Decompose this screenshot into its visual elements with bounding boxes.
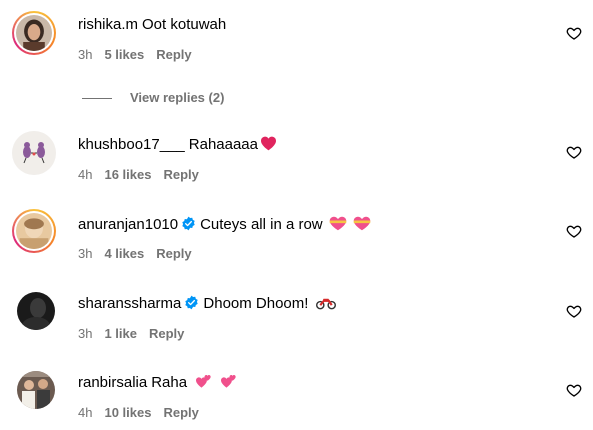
avatar-image bbox=[16, 213, 52, 249]
verified-badge-icon bbox=[185, 295, 199, 310]
comment-likes[interactable]: 4 likes bbox=[104, 246, 144, 261]
heart-with-ribbon-emoji bbox=[329, 216, 347, 237]
comment-text: Oot kotuwah bbox=[142, 16, 227, 33]
avatar-image bbox=[17, 292, 55, 330]
heart-outline-icon[interactable] bbox=[566, 223, 582, 239]
avatar[interactable] bbox=[12, 131, 56, 175]
reply-button[interactable]: Reply bbox=[163, 167, 198, 182]
comment-meta: 3h 5 likes Reply bbox=[78, 46, 192, 64]
divider-line bbox=[82, 98, 112, 100]
comment-username[interactable]: anuranjan1010 bbox=[78, 216, 178, 233]
comment-meta: 3h 1 like Reply bbox=[78, 325, 184, 343]
woman-portrait-avatar bbox=[16, 15, 52, 51]
avatar[interactable] bbox=[12, 11, 56, 55]
red-heart-emoji bbox=[260, 136, 277, 157]
comment-text: Cuteys all in a row bbox=[200, 216, 323, 233]
two-hearts-emoji bbox=[220, 374, 237, 395]
comment-line: ranbirsalia Raha bbox=[78, 373, 237, 395]
comment-meta: 4h 10 likes Reply bbox=[78, 404, 199, 422]
comments-list: rishika.m Oot kotuwah 3h 5 likes Reply View… bbox=[0, 0, 593, 430]
comment-likes[interactable]: 10 likes bbox=[104, 405, 151, 420]
comment-line: sharanssharma Dhoom Dhoom! bbox=[78, 294, 337, 316]
reply-button[interactable]: Reply bbox=[149, 326, 184, 341]
comment-likes[interactable]: 1 like bbox=[104, 326, 137, 341]
heart-with-ribbon-emoji bbox=[353, 216, 371, 237]
comment-time[interactable]: 3h bbox=[78, 246, 92, 261]
comment-time[interactable]: 4h bbox=[78, 405, 92, 420]
comment-username[interactable]: khushboo17___ bbox=[78, 136, 185, 153]
heart-outline-icon[interactable] bbox=[566, 25, 582, 41]
two-hearts-emoji bbox=[195, 374, 212, 395]
blurred-portrait-avatar bbox=[16, 213, 52, 249]
heart-outline-icon[interactable] bbox=[566, 382, 582, 398]
comment-username[interactable]: sharanssharma bbox=[78, 295, 181, 312]
avatar-image bbox=[16, 15, 52, 51]
verified-badge-icon bbox=[182, 216, 195, 231]
avatar-image bbox=[12, 131, 56, 175]
view-replies-label: View replies (2) bbox=[130, 90, 225, 105]
comment-username[interactable]: ranbirsalia bbox=[78, 374, 147, 391]
avatar[interactable] bbox=[12, 209, 56, 253]
avatar-image bbox=[17, 371, 55, 409]
heart-outline-icon[interactable] bbox=[566, 144, 582, 160]
comment-time[interactable]: 4h bbox=[78, 167, 92, 182]
comment-meta: 4h 16 likes Reply bbox=[78, 166, 199, 184]
comment-likes[interactable]: 5 likes bbox=[104, 47, 144, 62]
comment-time[interactable]: 3h bbox=[78, 47, 92, 62]
reply-button[interactable]: Reply bbox=[163, 405, 198, 420]
heart-outline-icon[interactable] bbox=[566, 303, 582, 319]
comment-line: anuranjan1010 Cuteys all in a row bbox=[78, 215, 371, 237]
reply-button[interactable]: Reply bbox=[156, 47, 191, 62]
comment-line: rishika.m Oot kotuwah bbox=[78, 15, 226, 35]
comment-meta: 3h 4 likes Reply bbox=[78, 245, 192, 263]
cartoon-figures-avatar bbox=[12, 131, 56, 175]
comment-text: Rahaaaaa bbox=[188, 136, 258, 153]
view-replies-button[interactable]: View replies (2) bbox=[82, 89, 224, 107]
comment-time[interactable]: 3h bbox=[78, 326, 92, 341]
dark-portrait-avatar[interactable] bbox=[17, 292, 55, 330]
comment-username[interactable]: rishika.m bbox=[78, 16, 138, 33]
comment-likes[interactable]: 16 likes bbox=[104, 167, 151, 182]
comment-text: Dhoom Dhoom! bbox=[203, 295, 309, 312]
comment-text: Raha bbox=[151, 374, 188, 391]
motorcycle-emoji bbox=[316, 296, 337, 316]
reply-button[interactable]: Reply bbox=[156, 246, 191, 261]
comment-line: khushboo17___ Rahaaaaa bbox=[78, 135, 277, 157]
group-photo-avatar[interactable] bbox=[17, 371, 55, 409]
